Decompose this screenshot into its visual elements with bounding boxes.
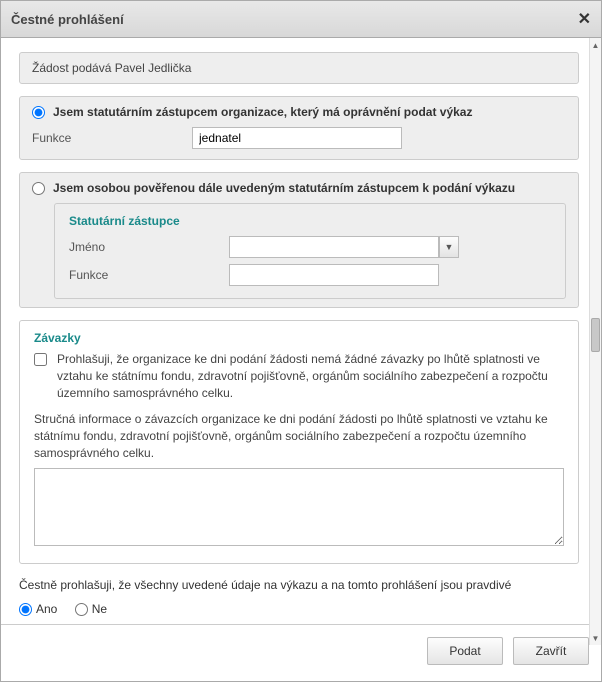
radio-authorized-person-label: Jsem osobou pověřenou dále uvedeným stat… bbox=[53, 181, 515, 195]
funkce2-input[interactable] bbox=[229, 264, 439, 286]
no-liabilities-checkbox[interactable] bbox=[34, 353, 47, 366]
radio-no[interactable] bbox=[75, 603, 88, 616]
statutory-fieldset: Statutární zástupce Jméno ▼ Funkce bbox=[54, 203, 566, 299]
applicant-text: Žádost podává Pavel Jedlička bbox=[32, 61, 191, 75]
zavazky-legend: Závazky bbox=[34, 331, 564, 345]
chevron-down-icon: ▼ bbox=[445, 242, 454, 252]
confirm-text: Čestně prohlašuji, že všechny uvedené úd… bbox=[19, 578, 579, 592]
zavazky-section: Závazky Prohlašuji, že organizace ke dni… bbox=[19, 320, 579, 564]
funkce2-label: Funkce bbox=[69, 268, 229, 282]
scroll-thumb[interactable] bbox=[591, 318, 600, 352]
radio-statutory-rep-label: Jsem statutárním zástupcem organizace, k… bbox=[53, 105, 472, 119]
radio-authorized-person[interactable] bbox=[32, 182, 45, 195]
close-icon[interactable]: ✕ bbox=[578, 9, 591, 29]
option1-box: Jsem statutárním zástupcem organizace, k… bbox=[19, 96, 579, 160]
close-button[interactable]: Zavřít bbox=[513, 637, 589, 665]
funkce-input[interactable] bbox=[192, 127, 402, 149]
scroll-down-icon[interactable]: ▼ bbox=[590, 631, 601, 645]
liabilities-desc: Stručná informace o závazcích organizace… bbox=[34, 411, 564, 461]
dialog-footer: Podat Zavřít bbox=[19, 635, 589, 671]
titlebar: Čestné prohlášení ✕ bbox=[1, 1, 601, 38]
jmeno-dropdown-button[interactable]: ▼ bbox=[439, 236, 459, 258]
funkce-label: Funkce bbox=[32, 131, 192, 145]
liabilities-textarea[interactable] bbox=[34, 468, 564, 546]
dialog-title: Čestné prohlášení bbox=[11, 12, 124, 27]
option2-box: Jsem osobou pověřenou dále uvedeným stat… bbox=[19, 172, 579, 308]
radio-yes-label: Ano bbox=[36, 602, 57, 616]
radio-yes[interactable] bbox=[19, 603, 32, 616]
vertical-scrollbar[interactable]: ▲ ▼ bbox=[589, 38, 601, 645]
confirm-radios: Ano Ne bbox=[19, 602, 579, 616]
divider bbox=[1, 624, 601, 625]
declaration-dialog: Čestné prohlášení ✕ Žádost podává Pavel … bbox=[0, 0, 602, 682]
jmeno-input[interactable] bbox=[229, 236, 439, 258]
no-liabilities-text: Prohlašuji, že organizace ke dni podání … bbox=[57, 351, 564, 401]
radio-statutory-rep[interactable] bbox=[32, 106, 45, 119]
applicant-box: Žádost podává Pavel Jedlička bbox=[19, 52, 579, 84]
radio-no-label: Ne bbox=[92, 602, 107, 616]
dialog-content: Žádost podává Pavel Jedlička Jsem statut… bbox=[1, 38, 601, 681]
jmeno-label: Jméno bbox=[69, 240, 229, 254]
statutory-legend: Statutární zástupce bbox=[69, 214, 551, 228]
scroll-up-icon[interactable]: ▲ bbox=[590, 38, 601, 52]
submit-button[interactable]: Podat bbox=[427, 637, 503, 665]
